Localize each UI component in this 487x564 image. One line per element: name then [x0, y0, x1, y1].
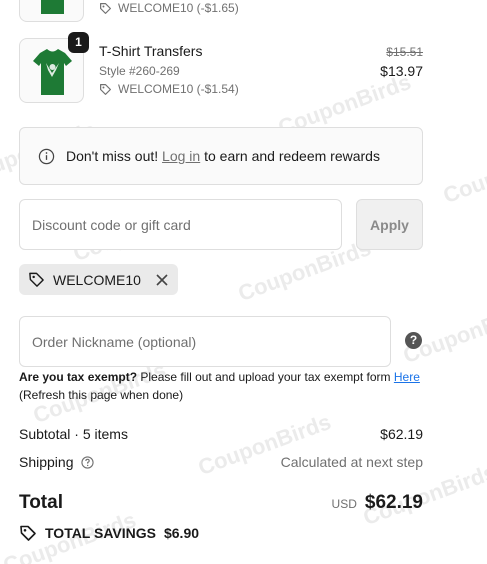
question-circle-icon[interactable]	[80, 455, 94, 469]
order-nickname-placeholder: Order Nickname (optional)	[32, 333, 197, 350]
original-price: $15.51	[386, 45, 423, 59]
final-price: $13.97	[380, 63, 423, 79]
question-icon[interactable]: ?	[405, 332, 422, 349]
total-amount: $62.19	[364, 492, 423, 513]
tag-icon	[29, 272, 44, 287]
quantity-badge: 1	[68, 32, 89, 53]
applied-code-text: WELCOME10	[53, 271, 141, 288]
tshirt-image	[41, 0, 64, 14]
subtotal-label: Subtotal · 5 items	[19, 426, 128, 442]
tax-exempt-question: Are you tax exempt?	[19, 370, 138, 384]
subtotal-value: $62.19	[380, 426, 423, 442]
shipping-row: Shipping Calculated at next step	[19, 454, 423, 470]
discount-code-placeholder: Discount code or gift card	[32, 216, 191, 233]
product-thumbnail[interactable]	[19, 0, 84, 22]
savings-value: $6.90	[163, 525, 200, 541]
apply-button[interactable]: Apply	[356, 199, 423, 250]
close-icon[interactable]	[155, 273, 169, 287]
item-discount-text: WELCOME10 (-$1.54)	[118, 82, 239, 96]
order-nickname-input[interactable]: Order Nickname (optional)	[19, 316, 391, 367]
shipping-label: Shipping	[19, 454, 74, 470]
item-title: T-Shirt Transfers	[99, 43, 203, 59]
total-amount-group: USD $62.19	[332, 492, 423, 514]
item-style: Style #260-269	[99, 64, 180, 78]
tax-exempt-notice: Are you tax exempt? Please fill out and …	[19, 368, 429, 404]
item-discount: WELCOME10 (-$1.65)	[99, 1, 239, 15]
subtotal-row: Subtotal · 5 items $62.19	[19, 426, 423, 442]
tax-refresh-note: (Refresh this page when done)	[19, 388, 184, 402]
info-icon	[38, 148, 55, 164]
item-discount: WELCOME10 (-$1.54)	[99, 82, 239, 96]
shipping-label-group: Shipping	[19, 454, 94, 470]
total-row: Total USD $62.19	[19, 492, 423, 514]
total-label: Total	[19, 492, 63, 513]
login-link[interactable]: Log in	[162, 148, 200, 164]
total-savings: TOTAL SAVINGS $6.90	[19, 524, 199, 542]
tag-icon	[20, 525, 36, 541]
tax-exempt-text: Please fill out and upload your tax exem…	[140, 370, 391, 384]
rewards-notice-text: Don't miss out! Log in to earn and redee…	[66, 148, 380, 164]
discount-code-input[interactable]: Discount code or gift card	[19, 199, 342, 250]
item-discount-text: WELCOME10 (-$1.65)	[118, 1, 239, 15]
watermark: CouponBirds	[439, 136, 487, 209]
rewards-notice: Don't miss out! Log in to earn and redee…	[19, 127, 423, 185]
savings-label: TOTAL SAVINGS	[45, 525, 156, 541]
applied-discount-chip: WELCOME10	[19, 264, 178, 295]
tag-icon	[100, 2, 111, 14]
watermark: CouponBirds	[194, 408, 335, 481]
currency-code: USD	[331, 497, 357, 511]
tag-icon	[100, 83, 111, 95]
tax-form-link[interactable]: Here	[394, 370, 420, 384]
rewards-notice-tail: to earn and redeem rewards	[204, 148, 380, 164]
shipping-value: Calculated at next step	[280, 454, 423, 470]
rewards-notice-lead: Don't miss out!	[66, 148, 159, 164]
